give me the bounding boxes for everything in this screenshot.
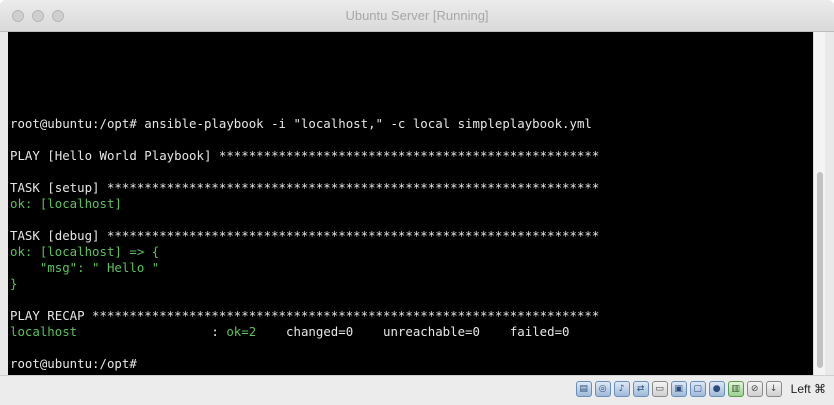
hard-disk-icon[interactable]: ▤ [575, 381, 592, 397]
terminal-line: ok: [localhost] => { [10, 244, 599, 260]
vertical-scrollbar[interactable] [813, 32, 825, 375]
usb-icon[interactable]: ▭ [651, 381, 668, 397]
mouse-integration-icon[interactable]: ⊘ [746, 381, 763, 397]
terminal-text: PLAY RECAP *****************************… [10, 308, 600, 323]
host-key-label: Left ⌘ [790, 382, 826, 396]
status-bar: ▤ ◎ ♪ ⇄ ▭ ▣ ▢ ● ▥ ⊘ ↓ Left ⌘ [0, 375, 834, 405]
virtualbox-window: Ubuntu Server [Running] root@ubuntu:/opt… [0, 0, 834, 405]
terminal-text: } [10, 276, 18, 291]
window-title: Ubuntu Server [Running] [345, 8, 489, 23]
cpu-icon[interactable]: ▥ [727, 381, 744, 397]
terminal-text: root@ubuntu:/opt# [10, 356, 137, 371]
network-icon[interactable]: ⇄ [632, 381, 649, 397]
terminal-output: root@ubuntu:/opt# ansible-playbook -i "l… [10, 116, 599, 372]
video-capture-icon[interactable]: ● [708, 381, 725, 397]
terminal-line: "msg": " Hello " [10, 260, 599, 276]
terminal-text: PLAY [Hello World Playbook] ************… [10, 148, 600, 163]
display-icon[interactable]: ▢ [689, 381, 706, 397]
title-bar: Ubuntu Server [Running] [0, 0, 834, 32]
terminal-line: PLAY RECAP *****************************… [10, 308, 599, 324]
terminal-text: ok=2 [226, 324, 257, 339]
status-icons: ▤ ◎ ♪ ⇄ ▭ ▣ ▢ ● ▥ ⊘ ↓ Left ⌘ [575, 381, 826, 397]
terminal-text: TASK [setup] ***************************… [10, 180, 600, 195]
terminal-line: } [10, 276, 599, 292]
terminal-text: ok: [localhost] [10, 196, 122, 211]
terminal-text: changed=0 unreachable=0 failed=0 [256, 324, 570, 339]
terminal-text: TASK [debug] ***************************… [10, 228, 600, 243]
shared-folders-icon[interactable]: ▣ [670, 381, 687, 397]
terminal-text: root@ubuntu:/opt# ansible-playbook -i "l… [10, 116, 592, 131]
terminal-line: localhost : ok=2 changed=0 unreachable=0… [10, 324, 599, 340]
terminal-text: : [211, 324, 227, 339]
terminal-line: root@ubuntu:/opt# ansible-playbook -i "l… [10, 116, 599, 132]
audio-icon[interactable]: ♪ [613, 381, 630, 397]
terminal-line: root@ubuntu:/opt# [10, 356, 599, 372]
keyboard-capture-icon[interactable]: ↓ [765, 381, 782, 397]
terminal-text: ok: [localhost] => { [10, 244, 160, 259]
optical-drive-icon[interactable]: ◎ [594, 381, 611, 397]
terminal-line: ok: [localhost] [10, 196, 599, 212]
terminal-text: "msg": " Hello " [10, 260, 160, 275]
terminal-line: TASK [debug] ***************************… [10, 228, 599, 244]
terminal-text: localhost [10, 324, 212, 339]
terminal-line: TASK [setup] ***************************… [10, 180, 599, 196]
terminal-line: PLAY [Hello World Playbook] ************… [10, 148, 599, 164]
vm-console-screen[interactable]: root@ubuntu:/opt# ansible-playbook -i "l… [8, 32, 825, 375]
scrollbar-thumb[interactable] [817, 172, 823, 368]
